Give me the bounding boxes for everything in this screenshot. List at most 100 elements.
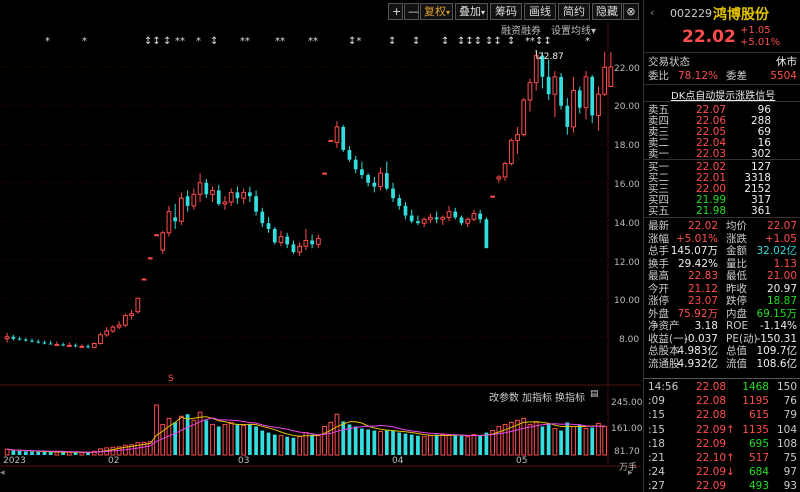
volume-bar xyxy=(11,450,16,455)
add-indicator-button[interactable]: 加指标 xyxy=(522,389,552,404)
draw-line-button[interactable]: 画线 xyxy=(524,3,556,20)
candle-body xyxy=(116,324,122,328)
signal-marker: ↕ xyxy=(412,36,421,47)
candle-body xyxy=(434,217,439,220)
candle-body xyxy=(602,66,608,95)
scroll-left-icon[interactable]: ◂ xyxy=(0,468,10,478)
tick-price: 22.08 xyxy=(696,381,727,393)
tick-count: 76 xyxy=(783,395,797,408)
candle-body xyxy=(353,159,358,170)
volume-bar xyxy=(391,430,395,455)
candle-body xyxy=(372,182,377,187)
price-axis-label: 10.00 xyxy=(614,296,640,306)
signal-marker: ** xyxy=(240,36,250,47)
volume-bar xyxy=(297,436,303,456)
candle-body xyxy=(341,126,346,151)
indicator-menu-icon[interactable]: ▤ xyxy=(590,389,599,399)
volume-bar xyxy=(409,434,414,455)
stat-value: 18.87 xyxy=(766,295,797,307)
signal-marker: ↕↕↕ xyxy=(457,36,483,47)
month-label: 02 xyxy=(108,456,120,466)
signal-marker: ↕↕ xyxy=(144,36,161,47)
signal-marker: **↕↕ xyxy=(525,36,552,47)
volume-bar xyxy=(552,428,558,456)
stat-row: 外盘 75.92万 内盘 69.15万 xyxy=(644,308,800,320)
candle-body xyxy=(291,244,296,253)
volume-axis-label: 161.00 xyxy=(611,424,643,434)
signal-marker: * xyxy=(585,36,590,47)
stat-label: PE(动) xyxy=(726,332,758,345)
stock-code: 002229 xyxy=(670,7,712,20)
restore-rights-button[interactable]: 复权▾ xyxy=(420,3,453,20)
candle-body xyxy=(527,82,533,101)
stat-value: 20.97 xyxy=(766,282,797,295)
stat-value: 145.07万 xyxy=(670,245,718,257)
stat-value: 4.932亿 xyxy=(677,357,718,370)
volume-bar xyxy=(4,448,10,456)
order-ratio-row: 委比 78.12% 委差 5504 xyxy=(644,70,800,82)
volume-bar xyxy=(272,434,277,455)
tick-volume: 615 xyxy=(748,409,769,422)
dk-signal-link[interactable]: DK点自动提示涨跌信号 xyxy=(671,87,775,102)
margin-trading-link[interactable]: 融资融券 xyxy=(501,22,541,37)
candle-body xyxy=(546,76,551,95)
volume-bar xyxy=(216,426,221,455)
price-axis-label: 22.00 xyxy=(614,64,640,74)
ask-price: 22.03 xyxy=(696,148,727,160)
panel-menu-icon[interactable]: ‹ xyxy=(650,6,654,19)
stat-row: 换手 29.42% 量比 1.13 xyxy=(644,258,800,270)
stat-value: 4.983亿 xyxy=(677,345,718,357)
chips-button[interactable]: 筹码 xyxy=(490,3,522,20)
stat-row: 最新 22.02 均价 22.07 xyxy=(644,220,800,232)
zoom-in-button[interactable]: + xyxy=(388,3,403,20)
bid-price: 21.98 xyxy=(696,205,727,217)
tick-time: 14:56 xyxy=(648,381,679,393)
zoom-out-button[interactable]: — xyxy=(404,3,419,20)
candle-body xyxy=(490,195,495,198)
overlay-button[interactable]: 叠加▾ xyxy=(455,3,488,20)
volume-bar xyxy=(79,452,85,456)
volume-bar xyxy=(66,451,72,456)
volume-bar xyxy=(440,434,446,456)
stat-label: 最新 xyxy=(648,220,669,232)
last-price: 22.02 xyxy=(682,27,736,47)
candle-body xyxy=(397,198,402,206)
volume-bar xyxy=(61,452,65,455)
candle-body xyxy=(391,188,395,199)
volume-bar xyxy=(596,422,601,456)
volume-bar xyxy=(353,426,358,455)
dropdown-arrow-icon: ▾ xyxy=(481,8,486,17)
volume-bar xyxy=(222,423,228,456)
volume-bar xyxy=(484,432,489,455)
candle-body xyxy=(79,345,85,348)
volume-bar xyxy=(360,428,364,455)
volume-bar xyxy=(310,434,314,455)
volume-bar xyxy=(291,437,296,455)
candle-body xyxy=(254,196,258,212)
candle-body xyxy=(216,190,221,204)
set-ma-link[interactable]: 设置均线▾ xyxy=(551,22,596,37)
volume-bar xyxy=(583,428,589,456)
stat-row: 总股本 4.983亿 总值 109.7亿 xyxy=(644,345,800,357)
stat-value: 69.15万 xyxy=(756,307,797,320)
change-indicator-button[interactable]: 换指标 xyxy=(555,389,585,404)
overlay-label: 叠加 xyxy=(459,5,481,18)
stat-row: 涨停 23.07 跌停 18.87 xyxy=(644,295,800,307)
order-diff-label: 委差 xyxy=(726,70,747,82)
change-params-button[interactable]: 改参数 xyxy=(489,389,519,404)
stat-label: 流值 xyxy=(726,357,747,370)
month-label: 2023 xyxy=(3,456,26,466)
simple-mode-button[interactable]: 简约 xyxy=(558,3,590,20)
stat-label: 总手 xyxy=(648,245,669,257)
hide-button[interactable]: 隐藏 xyxy=(592,3,622,20)
stat-value: 21.12 xyxy=(687,282,718,295)
candle-body xyxy=(179,197,184,222)
kline-svg[interactable] xyxy=(0,0,641,492)
collapse-icon[interactable]: ⊗ xyxy=(623,3,639,20)
price-axis-label: 14.00 xyxy=(614,219,640,229)
kline-chart-area[interactable]: + — 复权▾ 叠加▾ 筹码 画线 简约 隐藏 ⊗ 融资融券 设置均线▾ 改参数… xyxy=(0,0,643,492)
tick-volume: 695 xyxy=(748,437,769,450)
month-label: 05 xyxy=(516,456,528,466)
volume-bar xyxy=(341,421,346,455)
scroll-right-icon[interactable]: ▸ xyxy=(628,468,638,478)
